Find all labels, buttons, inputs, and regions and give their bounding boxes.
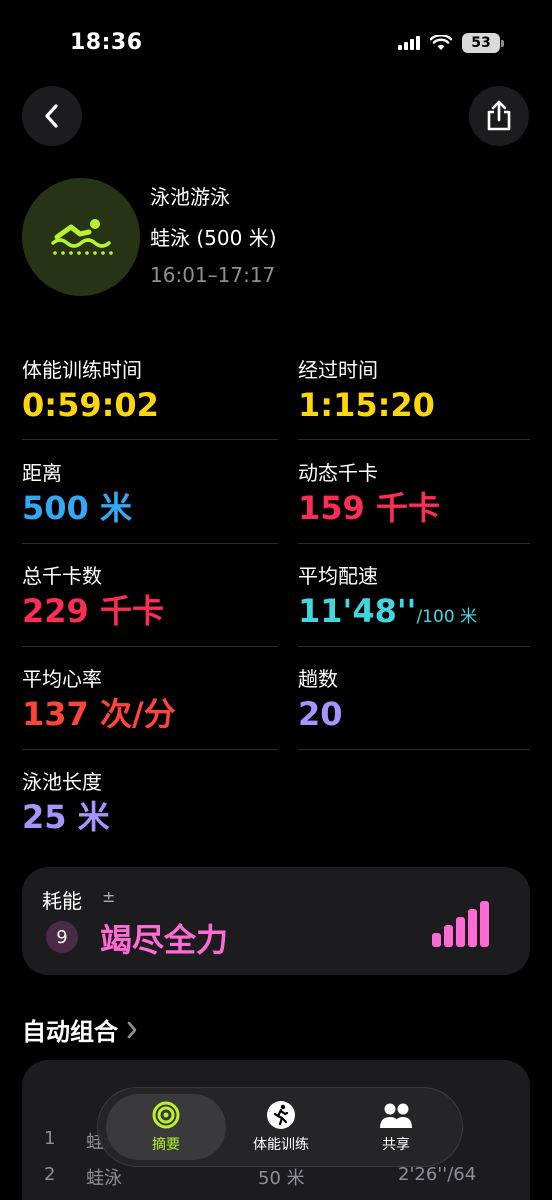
share-button[interactable]: [469, 86, 529, 146]
metric-active-calories: 动态千卡 159 千卡: [298, 459, 548, 529]
workout-title: 泳池游泳: [150, 185, 230, 209]
effort-bars-icon: [432, 901, 496, 947]
table-row: 2 蛙泳 50 米 2'26''/64: [44, 1164, 477, 1189]
metric-label: 距离: [22, 461, 62, 485]
tab-sharing[interactable]: 共享: [336, 1094, 456, 1160]
effort-adjust-icon: ±: [102, 887, 116, 906]
divider: [22, 749, 278, 750]
metric-value: 11'48''/100 米: [298, 592, 478, 630]
divider: [298, 439, 530, 440]
chevron-left-icon: [45, 104, 58, 128]
workout-time-range: 16:01–17:17: [150, 263, 276, 287]
metric-value: 500 米: [22, 489, 132, 527]
pool-swim-icon: [51, 219, 113, 255]
people-icon: [380, 1103, 412, 1128]
metric-laps: 趟数 20: [298, 665, 548, 735]
status-bar: 18:36 53: [0, 0, 552, 80]
workout-subtitle: 蛙泳 (500 米): [150, 226, 277, 250]
metric-distance: 距离 500 米: [22, 459, 272, 529]
metric-total-calories: 总千卡数 229 千卡: [22, 562, 272, 632]
pace-unit: /100 米: [416, 607, 478, 627]
metric-label: 泳池长度: [22, 770, 102, 794]
metric-value: 229 千卡: [22, 592, 164, 630]
metric-value: 1:15:20: [298, 386, 435, 424]
divider: [298, 646, 530, 647]
tab-label: 体能训练: [253, 1137, 309, 1153]
metric-label: 经过时间: [298, 358, 378, 382]
metric-workout-time: 体能训练时间 0:59:02: [22, 356, 272, 426]
wifi-icon: [430, 35, 452, 50]
cellular-signal-icon: [398, 36, 420, 50]
metric-label: 总千卡数: [22, 564, 102, 588]
tab-workouts[interactable]: 体能训练: [221, 1094, 341, 1160]
divider: [22, 646, 278, 647]
effort-level-badge: 9: [46, 921, 78, 953]
effort-label: 耗能: [42, 889, 82, 913]
metric-label: 趟数: [298, 667, 338, 691]
metric-value: 20: [298, 695, 343, 733]
metric-avg-pace: 平均配速 11'48''/100 米: [298, 562, 548, 632]
auto-sets-header[interactable]: 自动组合: [22, 1012, 138, 1047]
running-figure-icon: [267, 1101, 295, 1129]
chevron-right-icon: [127, 1021, 137, 1038]
metric-value: 159 千卡: [298, 489, 440, 527]
activity-rings-icon: [152, 1101, 180, 1129]
back-button[interactable]: [22, 86, 82, 146]
tab-label: 共享: [382, 1137, 410, 1153]
status-time: 18:36: [70, 30, 143, 55]
metric-label: 体能训练时间: [22, 358, 142, 382]
workout-icon-badge: [22, 178, 140, 296]
divider: [298, 749, 530, 750]
divider: [298, 543, 530, 544]
battery-icon: 53: [462, 33, 504, 53]
divider: [22, 439, 278, 440]
effort-value: 竭尽全力: [100, 921, 229, 959]
metric-value: 137 次/分: [22, 695, 176, 733]
auto-sets-title: 自动组合: [22, 1018, 118, 1046]
metric-label: 平均配速: [298, 564, 378, 588]
battery-level: 53: [462, 33, 500, 53]
metric-pool-length: 泳池长度 25 米: [22, 768, 272, 838]
metric-label: 动态千卡: [298, 461, 378, 485]
effort-card[interactable]: 耗能 ± 9 竭尽全力: [22, 867, 530, 975]
metric-label: 平均心率: [22, 667, 102, 691]
tab-label: 摘要: [152, 1137, 180, 1153]
divider: [22, 543, 278, 544]
metric-avg-heart-rate: 平均心率 137 次/分: [22, 665, 272, 735]
metric-value: 0:59:02: [22, 386, 159, 424]
tab-summary[interactable]: 摘要: [106, 1094, 226, 1160]
metric-elapsed-time: 经过时间 1:15:20: [298, 356, 548, 426]
metric-value: 25 米: [22, 798, 110, 836]
share-icon: [487, 100, 511, 131]
tab-bar: 摘要 体能训练 共享: [97, 1087, 463, 1167]
status-icons: 53: [398, 33, 504, 53]
